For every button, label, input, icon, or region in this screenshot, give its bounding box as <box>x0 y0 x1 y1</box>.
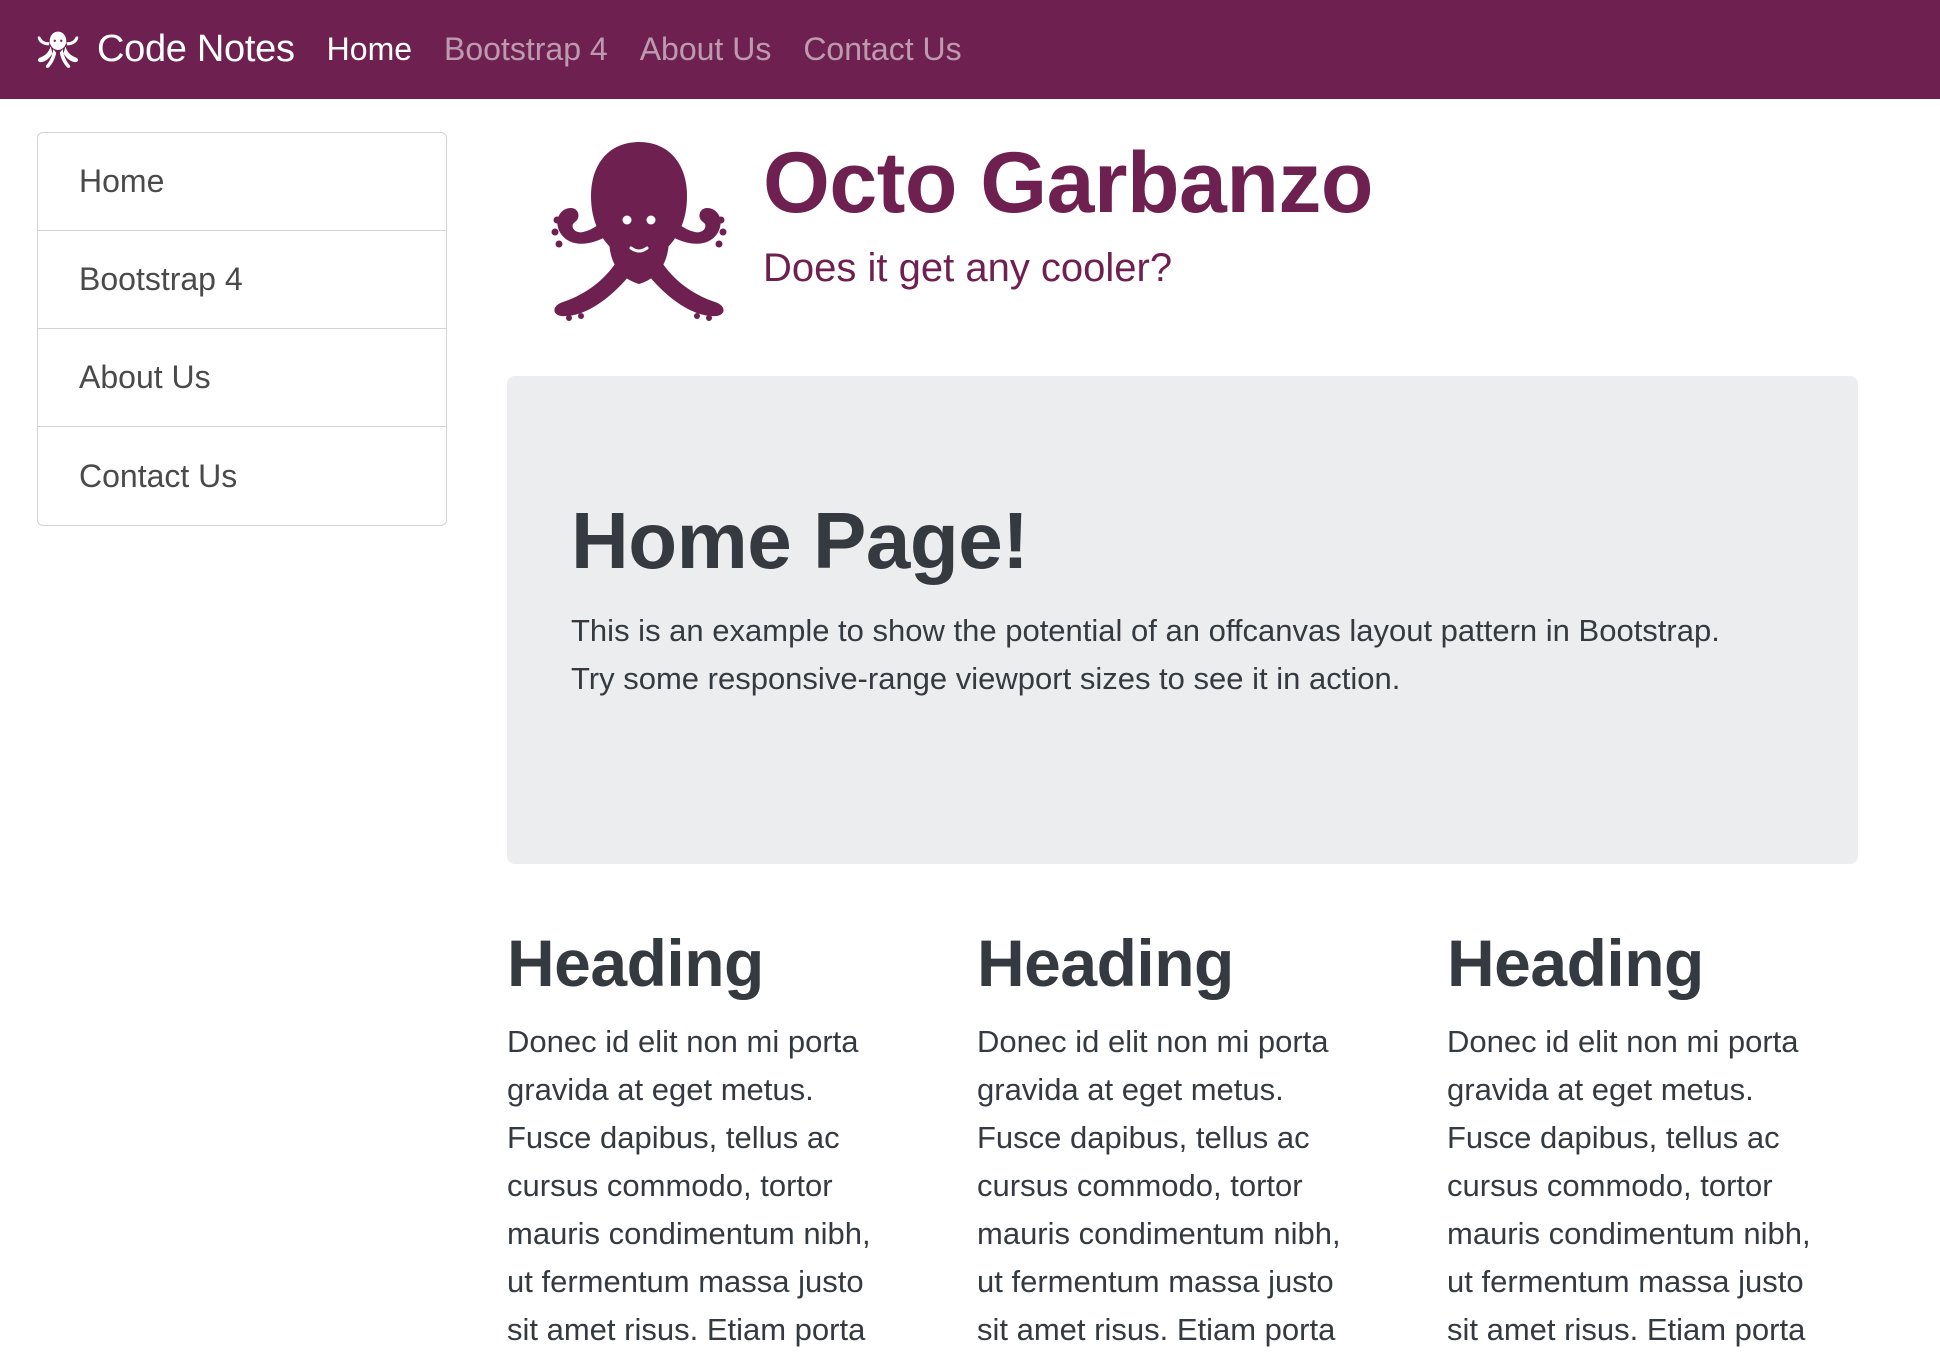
column-text: Donec id elit non mi porta gravida at eg… <box>1447 1024 1811 1347</box>
site-subtitle: Does it get any cooler? <box>763 246 1173 290</box>
nav-link-home[interactable]: Home <box>327 31 412 68</box>
content-column: Heading Donec id elit non mi porta gravi… <box>1447 930 1867 1354</box>
sidebar-list-group: Home Bootstrap 4 About Us Contact Us <box>37 132 447 526</box>
navbar-links: Home Bootstrap 4 About Us Contact Us <box>327 31 994 68</box>
content-column: Heading Donec id elit non mi porta gravi… <box>507 930 927 1354</box>
jumbotron-text-line-2: Try some responsive-range viewport sizes… <box>571 661 1401 696</box>
nav-link-contact-us[interactable]: Contact Us <box>803 31 961 68</box>
content-column: Heading Donec id elit non mi porta gravi… <box>977 930 1397 1354</box>
jumbotron: Home Page! This is an example to show th… <box>507 376 1858 864</box>
navbar-brand[interactable]: Code Notes <box>35 0 295 99</box>
site-title: Octo Garbanzo <box>763 135 1373 231</box>
nav-link-about-us[interactable]: About Us <box>640 31 772 68</box>
header-text: Octo Garbanzo Does it get any cooler? <box>763 138 1373 291</box>
jumbotron-text: This is an example to show the potential… <box>571 607 1794 703</box>
column-heading: Heading <box>507 926 764 1000</box>
column-heading: Heading <box>1447 926 1704 1000</box>
sidebar-item-bootstrap-4[interactable]: Bootstrap 4 <box>38 231 446 329</box>
column-text: Donec id elit non mi porta gravida at eg… <box>507 1024 871 1347</box>
column-heading: Heading <box>977 926 1234 1000</box>
top-navbar: Code Notes Home Bootstrap 4 About Us Con… <box>0 0 1940 99</box>
content-columns: Heading Donec id elit non mi porta gravi… <box>507 930 1917 1354</box>
octopus-icon <box>551 142 727 321</box>
sidebar-item-contact-us[interactable]: Contact Us <box>38 427 446 525</box>
brand-name: Code Notes <box>97 28 295 70</box>
jumbotron-text-line-1: This is an example to show the potential… <box>571 613 1720 648</box>
sidebar-item-about-us[interactable]: About Us <box>38 329 446 427</box>
column-text: Donec id elit non mi porta gravida at eg… <box>977 1024 1341 1347</box>
octopus-icon <box>37 31 79 68</box>
page-header: Octo Garbanzo Does it get any cooler? <box>535 138 1373 326</box>
sidebar-item-home[interactable]: Home <box>38 133 446 231</box>
jumbotron-title: Home Page! <box>571 496 1029 585</box>
nav-link-bootstrap-4[interactable]: Bootstrap 4 <box>444 31 608 68</box>
